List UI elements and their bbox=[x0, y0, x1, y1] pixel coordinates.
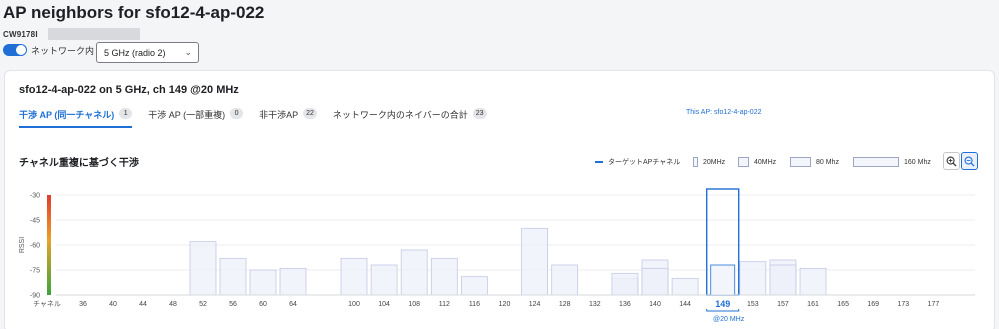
x-axis-label: チャネル bbox=[33, 300, 61, 308]
x-tick-label: 157 bbox=[777, 301, 789, 308]
rssi-channel-chart: -30 -45 -60 -75 -90 RSSI チャネル 36 40 44 48 52 56 60 64 1… bbox=[19, 188, 975, 312]
x-tick-label: 112 bbox=[439, 301, 450, 308]
neighbor-bar bbox=[799, 267, 827, 296]
rssi-color-scale bbox=[47, 195, 51, 295]
neighbor-bar bbox=[521, 227, 548, 296]
x-tick-label: 56 bbox=[229, 301, 237, 308]
y-axis-label: RSSI bbox=[19, 237, 26, 253]
neighbor-bar bbox=[671, 277, 699, 296]
x-tick-label: 161 bbox=[807, 301, 819, 308]
x-tick-label: 144 bbox=[679, 301, 691, 308]
x-tick-label: 116 bbox=[469, 301, 480, 308]
x-tick-label: 60 bbox=[259, 301, 267, 308]
x-tick-label: 48 bbox=[169, 301, 177, 308]
y-tick-label: -45 bbox=[30, 218, 40, 225]
target-bar bbox=[710, 264, 736, 296]
x-tick-label: 104 bbox=[378, 301, 390, 308]
neighbor-bar bbox=[430, 257, 458, 296]
target-tick-bracket bbox=[706, 309, 740, 312]
neighbor-bar bbox=[551, 264, 579, 296]
x-tick-label: 128 bbox=[559, 301, 571, 308]
x-tick-label: 149 bbox=[715, 299, 730, 309]
y-tick-label: -30 bbox=[30, 193, 40, 200]
neighbor-bar bbox=[370, 264, 398, 296]
neighbor-bar bbox=[641, 267, 669, 296]
neighbor-bar bbox=[611, 272, 639, 296]
x-tick-label: 100 bbox=[348, 301, 360, 308]
x-tick-label: 120 bbox=[499, 301, 511, 308]
x-tick-label: 173 bbox=[897, 301, 909, 308]
neighbor-bar bbox=[340, 257, 368, 296]
y-tick-label: -60 bbox=[30, 243, 40, 250]
x-tick-label: 64 bbox=[289, 301, 297, 308]
y-tick-label: -90 bbox=[30, 293, 40, 300]
x-tick-label: 108 bbox=[408, 301, 420, 308]
neighbor-bar bbox=[739, 261, 767, 296]
y-tick-label: -75 bbox=[30, 268, 40, 275]
x-tick-label: 124 bbox=[529, 301, 541, 308]
x-tick-label: 136 bbox=[619, 301, 631, 308]
neighbor-bar bbox=[400, 249, 428, 296]
x-tick-label: 132 bbox=[589, 301, 601, 308]
x-tick-label: 165 bbox=[837, 301, 849, 308]
neighbor-bar bbox=[460, 276, 488, 296]
neighbor-bar bbox=[279, 267, 307, 296]
x-tick-label: 52 bbox=[199, 301, 207, 308]
x-tick-label: 36 bbox=[79, 301, 87, 308]
neighbor-bar bbox=[769, 264, 797, 296]
neighbor-bar bbox=[219, 257, 247, 296]
x-tick-label: 177 bbox=[928, 301, 940, 308]
x-tick-label: 169 bbox=[867, 301, 879, 308]
x-tick-label: 153 bbox=[747, 301, 759, 308]
neighbor-bar bbox=[189, 241, 217, 296]
target-width-label: @20 MHz bbox=[713, 316, 745, 323]
neighbor-bar bbox=[249, 269, 277, 296]
x-tick-label: 140 bbox=[649, 301, 661, 308]
target-annotation: This AP: sfo12-4-ap-022 bbox=[686, 109, 762, 116]
x-tick-label: 44 bbox=[139, 301, 147, 308]
x-tick-label: 40 bbox=[109, 301, 117, 308]
